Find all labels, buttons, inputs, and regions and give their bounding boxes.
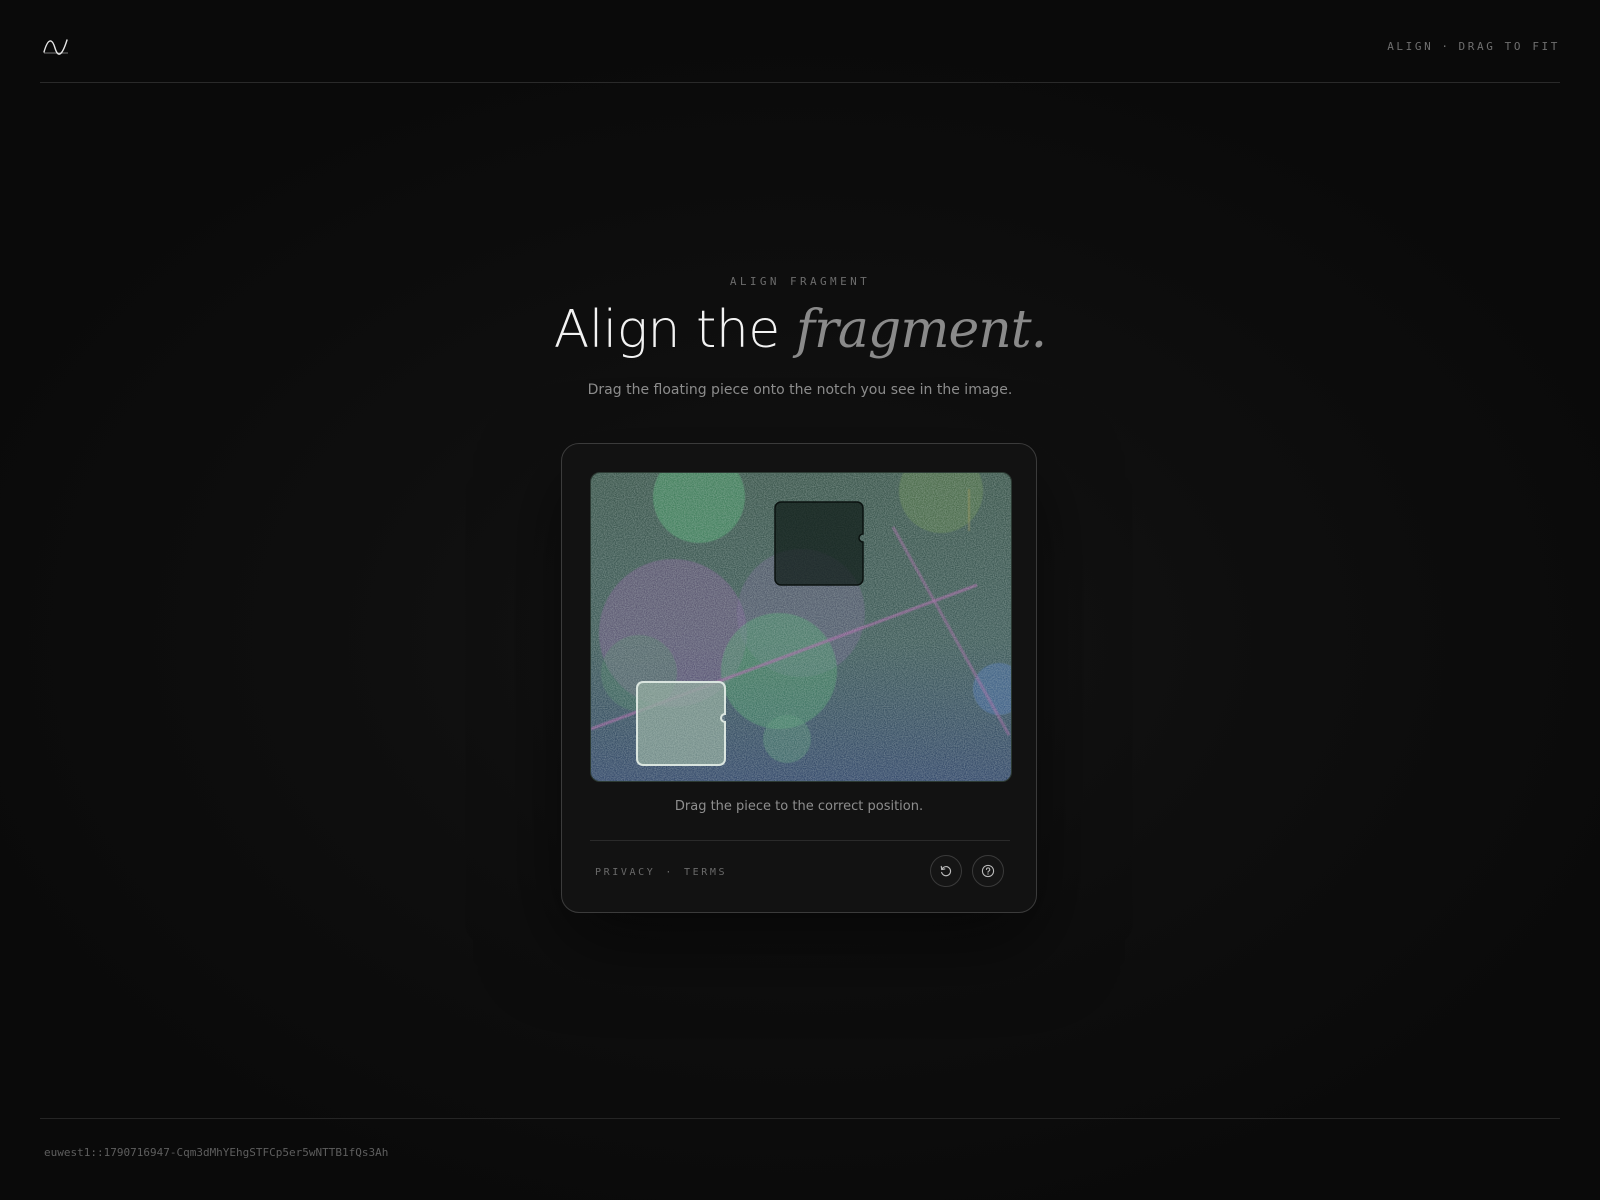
eyebrow-label: ALIGN FRAGMENT bbox=[729, 275, 871, 288]
legal-separator: · bbox=[665, 867, 674, 878]
puzzle-canvas[interactable] bbox=[590, 472, 1012, 782]
top-bar: ALIGN · DRAG TO FIT bbox=[40, 0, 1560, 83]
refresh-icon bbox=[940, 865, 952, 877]
top-status: ALIGN · DRAG TO FIT bbox=[1387, 40, 1560, 53]
session-id: euwest1::1790716947-Cqm3dMhYEhgSTFCp5er5… bbox=[44, 1146, 389, 1159]
status-mode: ALIGN bbox=[1387, 40, 1434, 53]
page-title: Align the fragment. bbox=[0, 298, 1600, 362]
page-subtitle: Drag the floating piece onto the notch y… bbox=[587, 382, 1013, 398]
status-separator: · bbox=[1441, 40, 1451, 53]
draggable-piece[interactable] bbox=[636, 681, 726, 766]
puzzle-image bbox=[591, 473, 1011, 781]
wave-logo-icon[interactable] bbox=[43, 36, 69, 56]
target-notch bbox=[774, 501, 864, 586]
help-button[interactable] bbox=[972, 855, 1004, 887]
legal-links: PRIVACY · TERMS bbox=[595, 867, 727, 878]
footer-divider bbox=[40, 1118, 1560, 1119]
captcha-card: Drag the piece to the correct position. … bbox=[561, 443, 1037, 913]
captcha-hint: Drag the piece to the correct position. bbox=[674, 799, 924, 814]
help-icon bbox=[981, 864, 995, 878]
terms-link[interactable]: TERMS bbox=[684, 867, 727, 878]
refresh-button[interactable] bbox=[930, 855, 962, 887]
status-instruction: DRAG TO FIT bbox=[1458, 40, 1560, 53]
title-plain: Align the bbox=[553, 300, 796, 360]
card-divider bbox=[590, 840, 1010, 841]
privacy-link[interactable]: PRIVACY bbox=[595, 867, 655, 878]
title-accent: fragment. bbox=[795, 300, 1047, 360]
